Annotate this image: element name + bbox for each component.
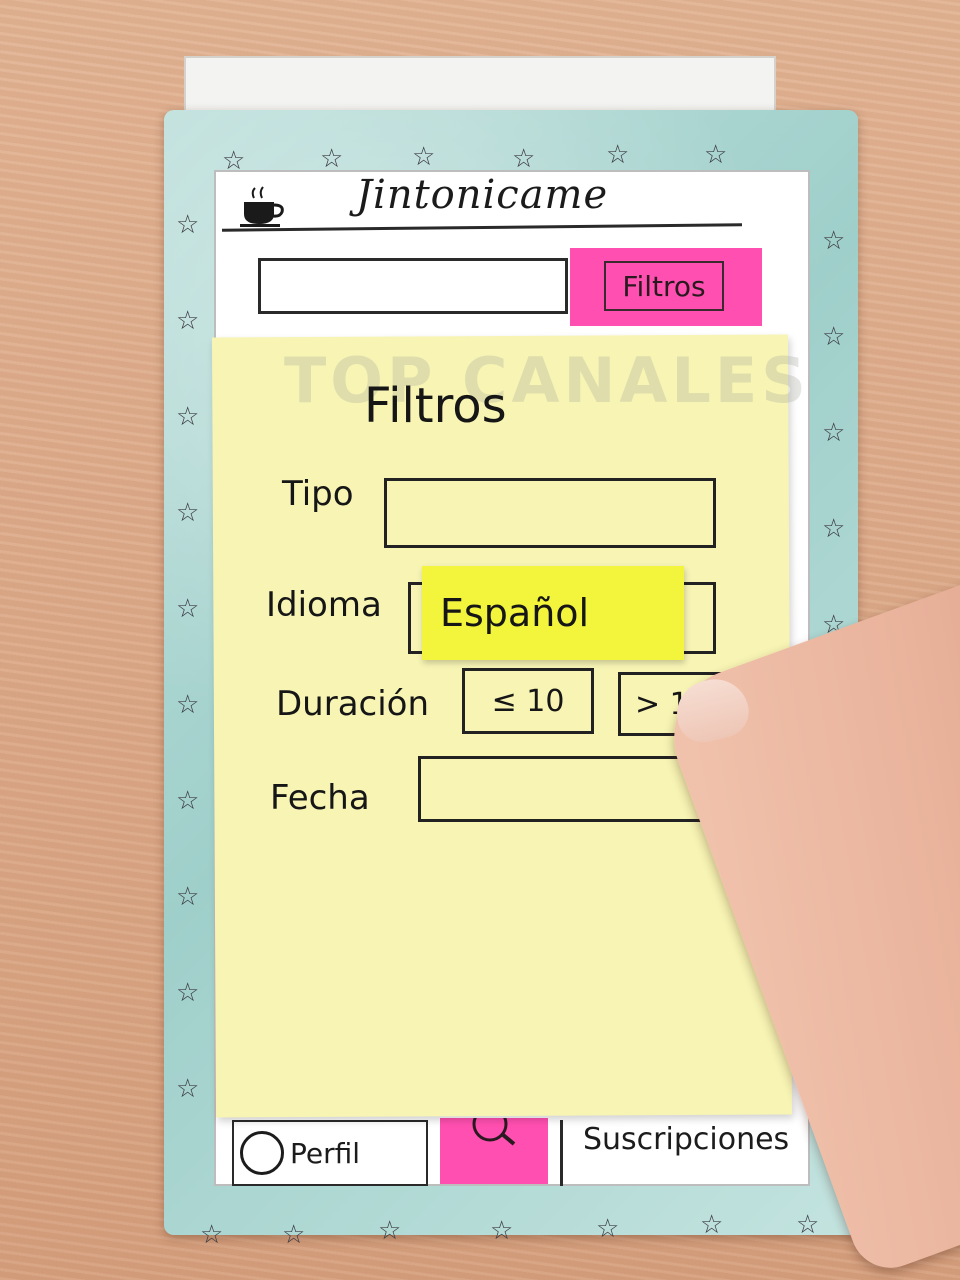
fecha-label: Fecha bbox=[270, 778, 370, 818]
duracion-label: Duración bbox=[276, 684, 430, 724]
search-icon bbox=[472, 1118, 516, 1146]
star-decoration-icon: ☆ bbox=[176, 594, 200, 624]
fecha-input[interactable] bbox=[418, 756, 720, 822]
star-decoration-icon: ☆ bbox=[176, 786, 200, 816]
star-decoration-icon: ☆ bbox=[282, 1220, 306, 1250]
nav-search[interactable] bbox=[440, 1118, 548, 1184]
star-decoration-icon: ☆ bbox=[176, 210, 200, 240]
star-decoration-icon: ☆ bbox=[176, 690, 200, 720]
star-decoration-icon: ☆ bbox=[320, 144, 344, 174]
star-decoration-icon: ☆ bbox=[176, 402, 200, 432]
star-decoration-icon: ☆ bbox=[512, 144, 536, 174]
star-decoration-icon: ☆ bbox=[822, 322, 846, 352]
star-decoration-icon: ☆ bbox=[822, 514, 846, 544]
nav-profile[interactable]: Perfil bbox=[232, 1120, 428, 1186]
profile-avatar-icon bbox=[240, 1131, 284, 1175]
star-decoration-icon: ☆ bbox=[412, 142, 436, 172]
tipo-input[interactable] bbox=[384, 478, 716, 548]
nav-profile-label: Perfil bbox=[290, 1136, 361, 1170]
star-decoration-icon: ☆ bbox=[176, 882, 200, 912]
star-decoration-icon: ☆ bbox=[176, 306, 200, 336]
star-decoration-icon: ☆ bbox=[596, 1214, 620, 1244]
star-decoration-icon: ☆ bbox=[176, 498, 200, 528]
tipo-label: Tipo bbox=[282, 474, 354, 514]
star-decoration-icon: ☆ bbox=[822, 226, 846, 256]
filter-panel-title: Filtros bbox=[364, 378, 507, 434]
app-title: Jintonicame bbox=[356, 172, 609, 218]
filters-button[interactable]: Filtros bbox=[604, 261, 724, 311]
background-section-title: TOP CANALES bbox=[284, 344, 810, 417]
star-decoration-icon: ☆ bbox=[822, 418, 846, 448]
idioma-selected-value[interactable]: Español bbox=[422, 566, 684, 660]
star-decoration-icon: ☆ bbox=[796, 1210, 820, 1240]
idioma-label: Idioma bbox=[266, 585, 382, 625]
star-decoration-icon: ☆ bbox=[200, 1220, 224, 1250]
star-decoration-icon: ☆ bbox=[704, 140, 728, 170]
star-decoration-icon: ☆ bbox=[490, 1216, 514, 1246]
nav-subscriptions[interactable]: Suscripciones bbox=[560, 1120, 804, 1186]
star-decoration-icon: ☆ bbox=[176, 1074, 200, 1104]
star-decoration-icon: ☆ bbox=[176, 978, 200, 1008]
duration-short-option[interactable]: ≤ 10 bbox=[462, 668, 594, 734]
coffee-cup-icon bbox=[240, 186, 284, 227]
star-decoration-icon: ☆ bbox=[606, 140, 630, 170]
search-input[interactable] bbox=[258, 258, 568, 314]
star-decoration-icon: ☆ bbox=[700, 1210, 724, 1240]
star-decoration-icon: ☆ bbox=[378, 1216, 402, 1246]
